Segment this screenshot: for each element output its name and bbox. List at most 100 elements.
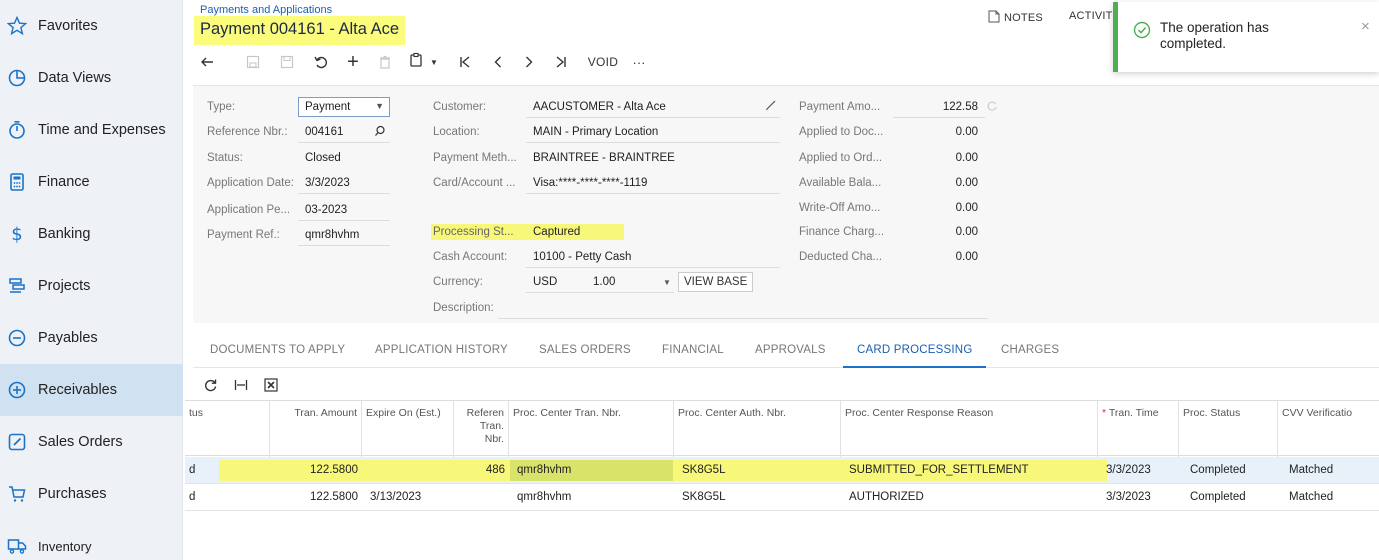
cell-tran-amount: 122.5800 <box>310 464 358 476</box>
pencil-square-icon <box>7 432 27 452</box>
table-row[interactable]: d 122.5800 486 qmr8hvhm SK8G5L SUBMITTED… <box>185 457 1379 484</box>
refresh-icon[interactable] <box>986 99 998 117</box>
column-header-tran-amount[interactable]: Tran. Amount <box>270 401 362 457</box>
void-button[interactable]: VOID <box>586 50 620 74</box>
sidebar-item-sales-orders[interactable]: Sales Orders <box>0 416 183 468</box>
sidebar-item-label: Receivables <box>38 382 117 398</box>
customer-field[interactable]: AACUSTOMER - Alta Ace <box>533 101 666 113</box>
cell-cvv-verification: Matched <box>1289 464 1334 476</box>
document-summary-form: Type: Payment ▼ Reference Nbr.: 004161 S… <box>193 85 1379 323</box>
location-underline <box>526 142 780 143</box>
column-header-tran-time[interactable]: * Tran. Time <box>1098 401 1179 457</box>
cell-ref-tran-nbr <box>454 484 509 511</box>
projects-icon <box>7 276 27 296</box>
sidebar-item-receivables[interactable]: Receivables <box>0 364 183 416</box>
available-balance-value: 0.00 <box>955 177 978 189</box>
breadcrumb[interactable]: Payments and Applications <box>200 4 332 16</box>
tab-sales-orders[interactable]: SALES ORDERS <box>539 336 631 368</box>
column-header-ref-tran-nbr[interactable]: Referen Tran. Nbr. <box>454 401 509 457</box>
payment-amount-field[interactable]: 122.58 <box>898 101 978 113</box>
sidebar-item-finance[interactable]: Finance <box>0 156 183 208</box>
more-actions-button[interactable]: ··· <box>628 50 650 74</box>
copy-paste-menu[interactable]: ▼ <box>408 50 438 74</box>
save-icon[interactable] <box>278 50 296 74</box>
first-record-icon[interactable] <box>456 50 474 74</box>
sidebar-item-banking[interactable]: $ Banking <box>0 208 183 260</box>
delete-icon[interactable] <box>376 50 394 74</box>
application-period-field[interactable]: 03-2023 <box>305 204 347 216</box>
table-row[interactable]: d 122.5800 3/13/2023 qmr8hvhm SK8G5L AUT… <box>185 484 1379 511</box>
column-header-tran-time-label: Tran. Time <box>1108 407 1159 419</box>
close-icon[interactable]: × <box>1361 18 1370 35</box>
payment-ref-field[interactable]: qmr8hvhm <box>305 229 359 241</box>
search-icon[interactable] <box>374 124 386 142</box>
sidebar-item-time-and-expenses[interactable]: Time and Expenses <box>0 104 183 156</box>
next-record-icon[interactable] <box>520 50 538 74</box>
view-base-button[interactable]: VIEW BASE <box>678 272 754 292</box>
cell-proc-center-auth-nbr: SK8G5L <box>682 464 726 476</box>
fit-columns-icon[interactable] <box>231 375 251 395</box>
applied-to-ord-value: 0.00 <box>955 152 978 164</box>
tab-financial[interactable]: FINANCIAL <box>662 336 724 368</box>
activities-link[interactable]: ACTIVITI <box>1069 10 1116 22</box>
sidebar-item-label: Sales Orders <box>38 434 123 450</box>
available-balance-label: Available Bala... <box>799 177 882 189</box>
refresh-icon[interactable] <box>201 375 221 395</box>
sidebar-item-payables[interactable]: Payables <box>0 312 183 364</box>
cell-proc-center-tran-nbr: qmr8hvhm <box>517 491 572 503</box>
customer-label: Customer: <box>433 101 487 113</box>
tab-approvals[interactable]: APPROVALS <box>755 336 826 368</box>
currency-rate-field[interactable]: 1.00 <box>593 276 615 288</box>
payment-amount-label: Payment Amo... <box>799 101 881 113</box>
column-header-expire-on[interactable]: Expire On (Est.) <box>362 401 454 457</box>
tab-charges[interactable]: CHARGES <box>1001 336 1059 368</box>
sidebar-item-projects[interactable]: Projects <box>0 260 183 312</box>
add-icon[interactable]: + <box>344 50 362 74</box>
tab-application-history[interactable]: APPLICATION HISTORY <box>375 336 508 368</box>
card-account-field[interactable]: Visa:****-****-****-1119 <box>533 177 647 189</box>
application-date-field[interactable]: 3/3/2023 <box>305 177 350 189</box>
finance-charges-label: Finance Charg... <box>799 226 885 238</box>
type-select[interactable]: Payment ▼ <box>298 97 390 117</box>
location-field[interactable]: MAIN - Primary Location <box>533 126 658 138</box>
undo-icon[interactable] <box>312 50 330 74</box>
column-header-proc-center-tran-nbr[interactable]: Proc. Center Tran. Nbr. <box>509 401 674 457</box>
write-off-amount-value: 0.00 <box>955 202 978 214</box>
previous-record-icon[interactable] <box>489 50 507 74</box>
reference-nbr-label: Reference Nbr.: <box>207 126 288 138</box>
chevron-down-icon[interactable]: ▼ <box>663 278 671 287</box>
last-record-icon[interactable] <box>552 50 570 74</box>
edit-pencil-icon[interactable] <box>765 98 777 116</box>
sidebar-item-data-views[interactable]: Data Views <box>0 52 183 104</box>
sidebar-item-label: Projects <box>38 278 91 294</box>
save-close-icon[interactable] <box>244 50 262 74</box>
sidebar-item-purchases[interactable]: Purchases <box>0 468 183 520</box>
type-label: Type: <box>207 101 236 113</box>
payment-method-field[interactable]: BRAINTREE - BRAINTREE <box>533 152 675 164</box>
cash-account-field[interactable]: 10100 - Petty Cash <box>533 251 631 263</box>
excel-export-icon[interactable] <box>261 375 281 395</box>
customer-underline <box>526 117 780 118</box>
sidebar-item-label: Inventory <box>38 538 92 554</box>
write-off-amount-label: Write-Off Amo... <box>799 202 881 214</box>
column-header-cvv-verification[interactable]: CVV Verificatio <box>1278 401 1379 457</box>
sidebar-item-label: Banking <box>38 226 91 242</box>
cell-proc-status: Completed <box>1190 464 1246 476</box>
notes-icon <box>988 10 1000 26</box>
notes-link[interactable]: NOTES <box>988 10 1043 26</box>
column-header-proc-center-auth-nbr[interactable]: Proc. Center Auth. Nbr. <box>674 401 841 457</box>
currency-field[interactable]: USD <box>533 276 557 288</box>
column-header-status[interactable]: tus <box>185 401 270 457</box>
sidebar-item-inventory[interactable]: Inventory <box>0 520 183 560</box>
column-header-proc-status[interactable]: Proc. Status <box>1179 401 1278 457</box>
tab-documents-to-apply[interactable]: DOCUMENTS TO APPLY <box>210 336 345 368</box>
sidebar-item-favorites[interactable]: Favorites <box>0 0 183 52</box>
reference-nbr-field[interactable]: 004161 <box>305 126 343 138</box>
finance-charges-value: 0.00 <box>955 226 978 238</box>
column-header-response-reason[interactable]: Proc. Center Response Reason <box>841 401 1098 457</box>
currency-label: Currency: <box>433 276 483 288</box>
tab-card-processing[interactable]: CARD PROCESSING <box>843 336 987 368</box>
back-icon[interactable] <box>198 50 216 74</box>
period-underline <box>298 220 390 221</box>
payamt-underline <box>893 117 985 118</box>
